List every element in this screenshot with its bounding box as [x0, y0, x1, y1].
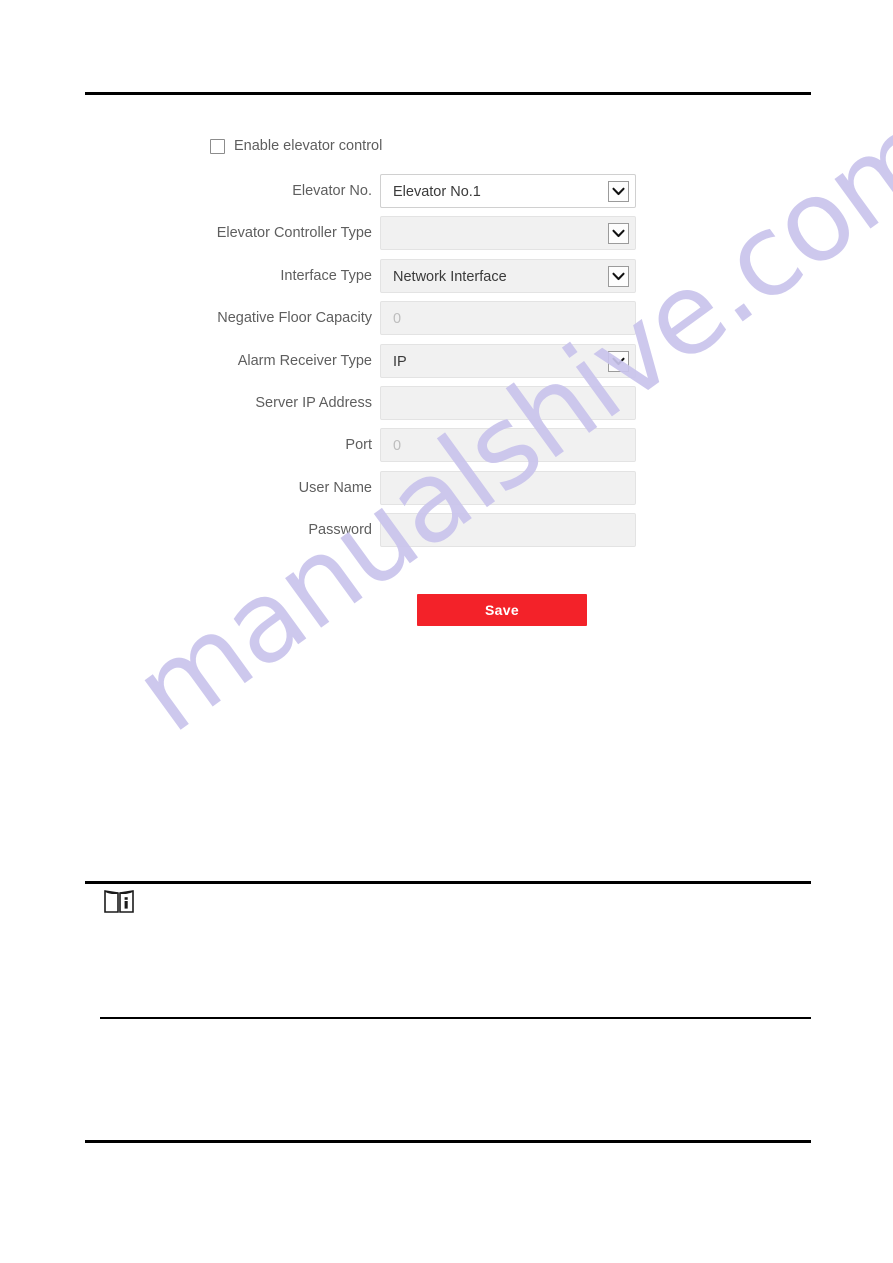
header-divider	[85, 92, 811, 95]
form-row-label: Elevator Controller Type	[216, 225, 372, 242]
form-row-value: Elevator No.1	[393, 184, 481, 200]
chevron-down-icon[interactable]	[608, 181, 629, 202]
form-row-input[interactable]	[380, 470, 636, 505]
chevron-down-icon[interactable]	[608, 350, 629, 372]
form-row: Elevator No. Elevator No.1	[0, 174, 893, 208]
form-row-label: Server IP Address	[255, 395, 372, 411]
form-row: Server IP Address	[0, 386, 893, 420]
footer-divider	[85, 1140, 811, 1143]
form-row-select[interactable]: IP	[380, 343, 636, 378]
note-book-info-icon	[104, 890, 134, 913]
form-row-placeholder: 0	[393, 311, 402, 328]
form-row: Password	[0, 513, 893, 548]
form-row: Alarm Receiver Type IP	[0, 343, 893, 378]
form-row-select[interactable]: Elevator No.1	[380, 174, 636, 208]
note-section-divider	[85, 881, 811, 884]
chevron-down-icon[interactable]	[608, 223, 629, 245]
form-row: Interface Type Network Interface	[0, 258, 893, 293]
form-row-label: Alarm Receiver Type	[237, 352, 372, 369]
form-row: Negative Floor Capacity 0	[0, 301, 893, 336]
save-button[interactable]: Save	[417, 594, 587, 626]
form-row-input[interactable]	[380, 513, 636, 548]
enable-elevator-control-row[interactable]: Enable elevator control	[210, 139, 382, 154]
form-row-select[interactable]: Network Interface	[380, 258, 636, 293]
note-section-bottom-divider	[100, 1017, 811, 1019]
form-row-input[interactable]: 0	[380, 428, 636, 463]
form-row-label: Negative Floor Capacity	[217, 310, 372, 327]
form-row-select[interactable]	[380, 216, 636, 251]
form-row-input[interactable]	[380, 386, 636, 420]
form-row-label: Elevator No.	[292, 183, 372, 199]
form-row: Port 0	[0, 428, 893, 463]
form-row-value: IP	[393, 353, 407, 370]
form-row-value: Network Interface	[393, 268, 507, 285]
form-row-label: Port	[345, 437, 372, 454]
form-row-input[interactable]: 0	[380, 301, 636, 336]
form-row-label: User Name	[298, 479, 372, 496]
form-row-label: Interface Type	[280, 267, 372, 284]
form-row: Elevator Controller Type	[0, 216, 893, 251]
enable-elevator-control-label: Enable elevator control	[234, 138, 383, 155]
form-row-label: Password	[308, 522, 372, 539]
form-row-placeholder: 0	[393, 438, 402, 455]
form-row: User Name	[0, 470, 893, 505]
chevron-down-icon[interactable]	[608, 265, 629, 287]
enable-elevator-control-checkbox[interactable]	[210, 139, 225, 154]
